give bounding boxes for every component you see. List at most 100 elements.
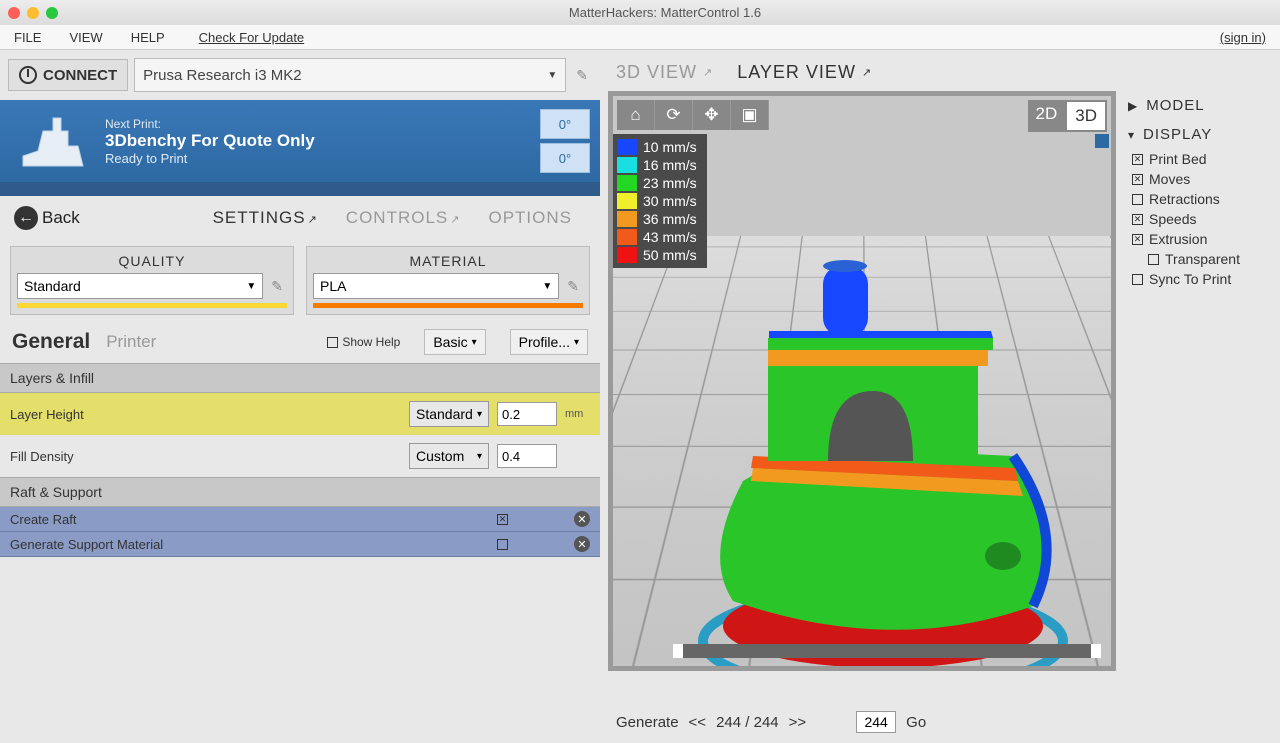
slider-handle-icon[interactable] — [1095, 134, 1109, 148]
display-option[interactable]: ✕Speeds — [1128, 209, 1280, 229]
checkbox-icon[interactable] — [497, 539, 508, 550]
hotend-temp[interactable]: 0° — [540, 109, 590, 139]
edit-printer-icon[interactable]: ✎ — [572, 67, 592, 84]
printer-select[interactable]: Prusa Research i3 MK2 ▼ — [134, 58, 566, 92]
display-option[interactable]: ✕ Extrusion — [1128, 229, 1280, 249]
chevron-right-icon: ▶ — [1128, 99, 1138, 113]
remove-override-icon[interactable]: ✕ — [574, 511, 590, 527]
menu-help[interactable]: HELP — [117, 30, 179, 45]
display-option-label: Speeds — [1149, 211, 1196, 227]
next-layer-button[interactable]: >> — [789, 714, 807, 731]
display-option[interactable]: Retractions — [1128, 189, 1280, 209]
back-arrow-icon: ← — [14, 206, 38, 230]
quality-select[interactable]: Standard ▼ — [17, 273, 263, 299]
display-section-header[interactable]: ▾ DISPLAY — [1128, 120, 1280, 149]
tab-printer[interactable]: Printer — [106, 332, 156, 352]
layer-height-label: Layer Height — [10, 407, 401, 422]
create-raft-row[interactable]: Create Raft ✕ ✕ — [0, 507, 600, 532]
chevron-down-icon: ▼ — [542, 281, 552, 292]
display-option-label: Extrusion — [1149, 231, 1207, 247]
legend-row: 10 mm/s — [617, 138, 703, 156]
display-sidebar: ▶ MODEL ▾ DISPLAY ✕Print Bed✕MovesRetrac… — [1116, 91, 1280, 701]
model-render — [673, 246, 1073, 671]
remove-override-icon[interactable]: ✕ — [574, 536, 590, 552]
minimize-window-icon[interactable] — [27, 7, 39, 19]
edit-material-icon[interactable]: ✎ — [563, 278, 583, 295]
legend-swatch — [617, 175, 637, 191]
ready-label: Ready to Print — [105, 151, 540, 166]
model-section-header[interactable]: ▶ MODEL — [1128, 91, 1280, 120]
fill-density-label: Fill Density — [10, 449, 401, 464]
close-window-icon[interactable] — [8, 7, 20, 19]
viewport-toolbar: ⌂ ⟳ ✥ ▣ — [617, 100, 769, 130]
layer-height-input[interactable] — [497, 402, 557, 426]
layer-horizontal-slider[interactable] — [673, 644, 1101, 658]
layer-vertical-slider[interactable] — [1098, 134, 1106, 641]
chevron-down-icon: ▾ — [477, 409, 482, 420]
chevron-down-icon: ▼ — [246, 281, 256, 292]
layer-viewport[interactable]: ⌂ ⟳ ✥ ▣ 2D 3D 10 mm/s16 mm/s23 mm/s30 mm… — [608, 91, 1116, 671]
display-option[interactable]: Sync To Print — [1128, 269, 1280, 289]
layer-count: 244 / 244 — [716, 714, 779, 731]
checkbox-checked-icon: ✕ — [1132, 234, 1143, 245]
popout-icon: ↗ — [308, 214, 318, 226]
material-select[interactable]: PLA ▼ — [313, 273, 559, 299]
quality-indicator — [17, 303, 287, 308]
display-option[interactable]: ✕Moves — [1128, 169, 1280, 189]
checkbox-icon — [1132, 274, 1143, 285]
connect-button[interactable]: CONNECT — [8, 59, 128, 91]
raft-support-header: Raft & Support — [0, 477, 600, 507]
quality-panel: QUALITY Standard ▼ ✎ — [10, 246, 294, 315]
legend-swatch — [617, 247, 637, 263]
home-view-button[interactable]: ⌂ — [617, 100, 655, 130]
legend-label: 10 mm/s — [643, 139, 697, 155]
fill-density-preset[interactable]: Custom▾ — [409, 443, 489, 469]
prev-layer-button[interactable]: << — [689, 714, 707, 731]
titlebar: MatterHackers: MatterControl 1.6 — [0, 0, 1280, 25]
pan-view-button[interactable]: ✥ — [693, 100, 731, 130]
legend-label: 30 mm/s — [643, 193, 697, 209]
connect-label: CONNECT — [43, 67, 117, 84]
tab-general[interactable]: General — [12, 330, 90, 354]
zoom-view-button[interactable]: ▣ — [731, 100, 769, 130]
generate-support-row[interactable]: Generate Support Material ✕ — [0, 532, 600, 557]
tab-3d-view[interactable]: 3D VIEW↗ — [616, 62, 713, 83]
tab-layer-view[interactable]: LAYER VIEW↗ — [737, 62, 872, 83]
maximize-window-icon[interactable] — [46, 7, 58, 19]
tab-options[interactable]: OPTIONS — [488, 208, 572, 228]
layer-height-preset[interactable]: Standard▾ — [409, 401, 489, 427]
fill-density-row: Fill Density Custom▾ — [0, 435, 600, 477]
fill-density-input[interactable] — [497, 444, 557, 468]
menu-view[interactable]: VIEW — [55, 30, 116, 45]
generate-button[interactable]: Generate — [616, 714, 679, 731]
view-2d-button[interactable]: 2D — [1028, 100, 1066, 132]
edit-quality-icon[interactable]: ✎ — [267, 278, 287, 295]
bed-temp[interactable]: 0° — [540, 143, 590, 173]
view-3d-button[interactable]: 3D — [1065, 100, 1107, 132]
legend-row: 50 mm/s — [617, 246, 703, 264]
checkbox-icon — [1148, 254, 1159, 265]
tab-controls[interactable]: CONTROLS↗ — [346, 208, 461, 228]
legend-row: 30 mm/s — [617, 192, 703, 210]
print-status-panel: Next Print: 3Dbenchy For Quote Only Read… — [0, 100, 600, 182]
tab-settings[interactable]: SETTINGS↗ — [213, 208, 318, 228]
checkbox-checked-icon[interactable]: ✕ — [497, 514, 508, 525]
profile-select[interactable]: Profile... ▾ — [510, 329, 588, 355]
show-help-toggle[interactable]: Show Help — [327, 335, 400, 349]
layer-height-row: Layer Height Standard▾ mm — [0, 393, 600, 435]
signin-link[interactable]: (sign in) — [1220, 30, 1280, 45]
layer-input[interactable] — [856, 711, 896, 733]
go-button[interactable]: Go — [906, 714, 926, 731]
window-title: MatterHackers: MatterControl 1.6 — [58, 5, 1272, 20]
chevron-down-icon: ▾ — [472, 337, 477, 348]
settings-level-select[interactable]: Basic ▾ — [424, 329, 485, 355]
layer-height-unit: mm — [565, 408, 590, 420]
check-update-link[interactable]: Check For Update — [179, 30, 325, 45]
progress-bar — [0, 182, 600, 196]
legend-swatch — [617, 193, 637, 209]
rotate-view-button[interactable]: ⟳ — [655, 100, 693, 130]
menu-file[interactable]: FILE — [0, 30, 55, 45]
back-button[interactable]: ← Back — [14, 206, 80, 230]
display-option[interactable]: ✕Print Bed — [1128, 149, 1280, 169]
display-option[interactable]: Transparent — [1128, 249, 1280, 269]
